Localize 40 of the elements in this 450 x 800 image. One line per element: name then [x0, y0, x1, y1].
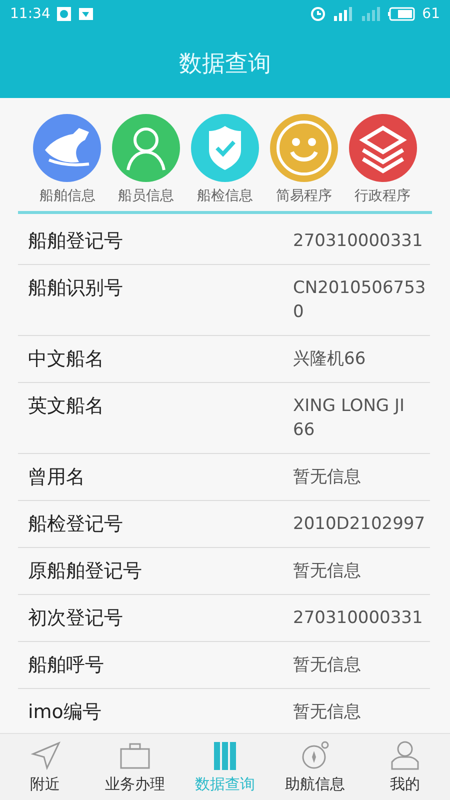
field-value: 暂无信息: [293, 560, 362, 583]
alarm-icon: [310, 6, 326, 22]
field-value: 暂无信息: [293, 701, 362, 724]
notification-icon: [56, 6, 72, 22]
status-time: 11:34: [10, 6, 50, 22]
field-label: 原船舶登记号: [28, 559, 143, 583]
field-label: 曾用名: [28, 465, 86, 489]
field-value: 2010D2102997: [293, 513, 426, 536]
field-label: imo编号: [28, 700, 102, 724]
battery-level: 61: [422, 6, 440, 22]
page-title: 数据查询: [179, 50, 271, 78]
nav-tab[interactable]: 附近: [0, 734, 90, 800]
field-value: 270310000331: [293, 607, 424, 630]
field-label: 船舶登记号: [28, 229, 124, 253]
field-label: 英文船名: [28, 394, 105, 419]
image-icon: [78, 6, 94, 22]
field-label: 初次登记号: [28, 606, 124, 630]
category-button[interactable]: 船舶信息: [28, 114, 107, 205]
signal-icon: [360, 6, 382, 22]
user-icon: [389, 740, 421, 772]
field-label: 中文船名: [28, 347, 105, 371]
field-value: 暂无信息: [293, 466, 362, 489]
field-value: 暂无信息: [293, 654, 362, 677]
signal-icon: [332, 6, 354, 22]
field-value: XING LONG JI 66: [293, 395, 406, 442]
field-value: CN20105067530: [293, 277, 427, 324]
field-label: 船舶呼号: [28, 653, 105, 677]
nav-tab[interactable]: 助航信息: [270, 734, 360, 800]
field-value: 270310000331: [293, 230, 424, 253]
nav-tab[interactable]: 业务办理: [90, 734, 180, 800]
battery-icon: [388, 6, 416, 22]
navigation-arrow-icon: [29, 740, 61, 772]
category-button[interactable]: 船员信息: [106, 114, 186, 205]
field-label: 船舶识别号: [28, 276, 124, 301]
field-label: 船检登记号: [28, 512, 124, 536]
field-value: 兴隆机66: [293, 348, 367, 371]
nav-tab[interactable]: 我的: [360, 734, 450, 800]
category-button[interactable]: 船检信息: [186, 114, 264, 205]
category-button[interactable]: 简易程序: [264, 114, 344, 205]
category-button[interactable]: 行政程序: [343, 114, 422, 205]
